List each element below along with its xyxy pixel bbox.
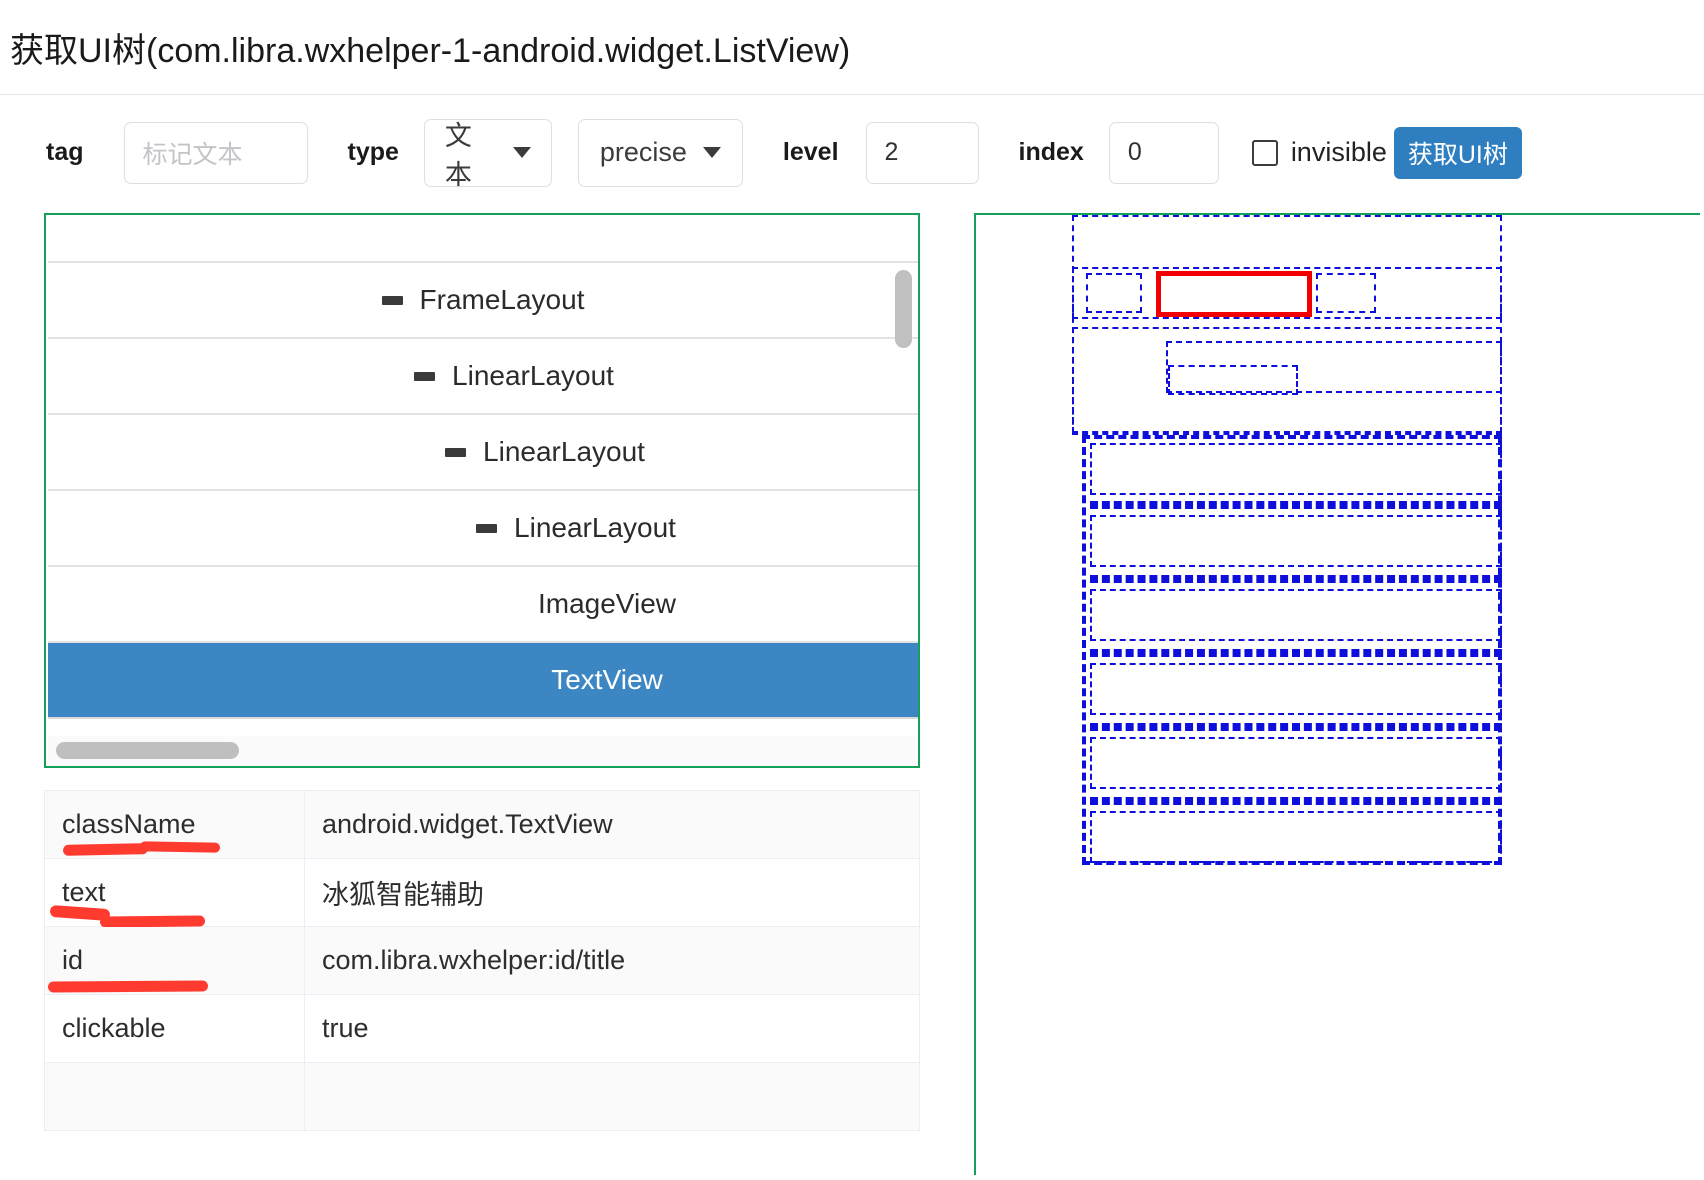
index-input-value: 0 <box>1128 138 1142 167</box>
type-select[interactable]: 文本 <box>424 119 552 187</box>
tree-node-row[interactable]: TextView <box>48 643 918 719</box>
attribute-value-text: true <box>322 1013 369 1044</box>
attribute-key-text: id <box>62 945 83 976</box>
tree-node-content: LinearLayout <box>414 360 614 392</box>
get-ui-tree-button[interactable]: 获取UI树 <box>1394 127 1522 179</box>
type-select-value: 文本 <box>445 114 497 192</box>
main-body: FrameLayout LinearLayout LinearLayout Linea… <box>0 210 1704 1175</box>
page-title: 获取UI树(com.libra.wxhelper-1-android.widge… <box>10 23 850 72</box>
attribute-value: android.widget.TextView <box>305 791 919 858</box>
index-input[interactable]: 0 <box>1109 122 1219 184</box>
annotation-underline <box>140 841 220 852</box>
node-bounds-box[interactable] <box>1090 811 1502 863</box>
node-bounds-box[interactable] <box>1090 723 1502 731</box>
node-bounds-box[interactable] <box>1086 273 1142 313</box>
attribute-row: clickable true <box>45 995 919 1063</box>
attribute-value: com.libra.wxhelper:id/title <box>305 927 919 994</box>
attribute-value-text: com.libra.wxhelper:id/title <box>322 945 625 976</box>
attribute-key: text <box>45 859 305 926</box>
attribute-value-text: android.widget.TextView <box>322 809 613 840</box>
level-input-value: 2 <box>885 138 899 167</box>
attribute-key <box>45 1063 305 1130</box>
filter-toolbar: tag 标记文本 type 文本 precise level 2 index 0… <box>0 95 1704 210</box>
attribute-key: className <box>45 791 305 858</box>
attribute-value: true <box>305 995 919 1062</box>
tree-vertical-scrollbar[interactable] <box>895 270 912 348</box>
tree-node-label: FrameLayout <box>420 284 585 316</box>
match-mode-select[interactable]: precise <box>578 119 743 187</box>
tree-node-row[interactable]: ImageView <box>48 567 918 643</box>
highlighted-node-bounds[interactable] <box>1156 271 1312 317</box>
node-attributes-table: className android.widget.TextView text 冰狐智能… <box>44 790 920 1131</box>
node-bounds-box[interactable] <box>1090 737 1502 789</box>
attribute-key: clickable <box>45 995 305 1062</box>
tree-node-content: ImageView <box>538 588 676 620</box>
annotation-underline <box>100 915 205 927</box>
tree-node-label: ImageView <box>538 588 676 620</box>
node-bounds-box[interactable] <box>1090 501 1502 509</box>
attribute-key: id <box>45 927 305 994</box>
tree-node-label: LinearLayout <box>483 436 645 468</box>
annotation-underline <box>63 843 148 856</box>
match-mode-value: precise <box>600 137 687 168</box>
chevron-down-icon <box>513 147 531 158</box>
tree-node-content: LinearLayout <box>476 512 676 544</box>
attribute-row <box>45 1063 919 1131</box>
collapse-minus-icon[interactable] <box>476 524 497 533</box>
tree-node-content: TextView <box>551 664 663 696</box>
ui-tree-list[interactable]: FrameLayout LinearLayout LinearLayout Linea… <box>48 215 918 736</box>
collapse-minus-icon[interactable] <box>414 372 435 381</box>
tree-node-label: LinearLayout <box>452 360 614 392</box>
attribute-row: text 冰狐智能辅助 <box>45 859 919 927</box>
index-label: index <box>1019 138 1084 167</box>
tree-node-row[interactable]: FrameLayout <box>48 263 918 339</box>
tree-node-label: LinearLayout <box>514 512 676 544</box>
attribute-row: className android.widget.TextView <box>45 791 919 859</box>
type-label: type <box>348 138 399 167</box>
tree-node-row[interactable]: LinearLayout <box>48 339 918 415</box>
collapse-minus-icon[interactable] <box>382 296 403 305</box>
tree-node-label: TextView <box>551 664 663 696</box>
node-bounds-box[interactable] <box>1090 649 1502 657</box>
invisible-checkbox[interactable]: invisible <box>1252 137 1387 168</box>
tree-node-content: LinearLayout <box>445 436 645 468</box>
attribute-key-text: className <box>62 809 196 840</box>
tree-node-row[interactable]: TextView <box>48 719 918 736</box>
checkbox-icon[interactable] <box>1252 140 1278 166</box>
node-bounds-box[interactable] <box>1090 589 1502 641</box>
page-header: 获取UI树(com.libra.wxhelper-1-android.widge… <box>0 0 1704 95</box>
tree-horizontal-scrollbar-thumb[interactable] <box>56 742 239 759</box>
node-bounds-box[interactable] <box>1090 443 1502 495</box>
node-bounds-box[interactable] <box>1168 365 1298 395</box>
tag-input[interactable]: 标记文本 <box>124 122 308 184</box>
level-label: level <box>783 138 839 167</box>
tree-node-row[interactable]: LinearLayout <box>48 491 918 567</box>
node-bounds-box[interactable] <box>1090 663 1502 715</box>
tree-node-content: FrameLayout <box>382 284 585 316</box>
attribute-value: 冰狐智能辅助 <box>305 859 919 926</box>
tree-node-row[interactable] <box>48 215 918 263</box>
attribute-value <box>305 1063 919 1130</box>
node-bounds-box[interactable] <box>1090 797 1502 805</box>
tag-label: tag <box>46 138 84 167</box>
attribute-key-text: clickable <box>62 1013 166 1044</box>
node-bounds-box[interactable] <box>1090 575 1502 583</box>
chevron-down-icon <box>703 147 721 158</box>
layout-bounds-preview[interactable] <box>974 213 1700 1175</box>
tag-input-placeholder: 标记文本 <box>143 135 243 171</box>
attribute-row: id com.libra.wxhelper:id/title <box>45 927 919 995</box>
tree-node-row[interactable]: LinearLayout <box>48 415 918 491</box>
level-input[interactable]: 2 <box>866 122 979 184</box>
node-bounds-box[interactable] <box>1316 273 1376 313</box>
attribute-key-text: text <box>62 877 106 908</box>
collapse-minus-icon[interactable] <box>445 448 466 457</box>
ui-tree-panel: FrameLayout LinearLayout LinearLayout Linea… <box>44 213 920 768</box>
tree-horizontal-scrollbar[interactable] <box>48 736 916 766</box>
attribute-value-text: 冰狐智能辅助 <box>322 873 484 912</box>
annotation-underline <box>48 980 208 992</box>
node-bounds-box[interactable] <box>1090 515 1502 567</box>
invisible-label: invisible <box>1291 137 1387 168</box>
